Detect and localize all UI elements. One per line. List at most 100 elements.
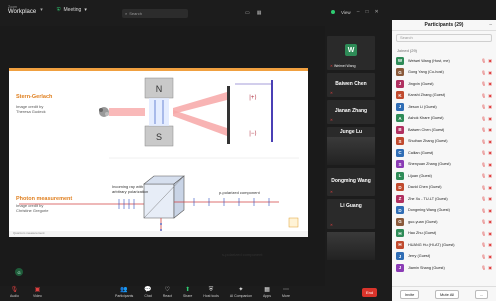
camera-off-icon[interactable]: ▣ xyxy=(488,231,492,236)
participant-row[interactable]: D David Chen (Guest) 🎙 ▣ xyxy=(392,182,496,194)
mic-off-icon[interactable]: 🎙 xyxy=(481,219,486,224)
participant-row[interactable]: S Shuihan Zhang (Guest) 🎙 ▣ xyxy=(392,136,496,148)
participant-row[interactable]: A Ashok Khare (Guest) 🎙 ▣ xyxy=(392,113,496,125)
camera-off-icon[interactable]: ▣ xyxy=(488,208,492,213)
participant-row[interactable]: H HUANG Hu (HI-AT) (Guest) 🎙 ▣ xyxy=(392,239,496,251)
gallery-tile[interactable]: Li Guang ✕ xyxy=(327,199,375,229)
participant-name: HUANG Hu (HI-AT) (Guest) xyxy=(408,242,455,247)
participant-row[interactable]: J Jiesun Li (Guest) 🎙 ▣ xyxy=(392,101,496,113)
minimize-icon[interactable]: – xyxy=(357,9,360,15)
maximize-icon[interactable]: □ xyxy=(365,9,368,15)
camera-off-icon[interactable]: ▣ xyxy=(488,196,492,201)
camera-off-icon[interactable]: ▣ xyxy=(488,81,492,86)
camera-off-icon[interactable]: ▣ xyxy=(488,173,492,178)
camera-off-icon[interactable]: ▣ xyxy=(488,265,492,270)
gallery-tile[interactable]: Baiwen Chen ✕ xyxy=(327,73,375,97)
magnet-n-text: N xyxy=(156,84,163,94)
mic-off-icon[interactable]: 🎙 xyxy=(481,139,486,144)
camera-off-icon[interactable]: ▣ xyxy=(488,116,492,121)
participant-row[interactable]: J Jiamin Shang (Guest) 🎙 ▣ xyxy=(392,262,496,274)
mic-off-icon[interactable]: 🎙 xyxy=(481,162,486,167)
share-button[interactable]: ⬆ Share xyxy=(183,287,192,298)
mic-off-icon[interactable]: 🎙 xyxy=(481,185,486,190)
invite-button[interactable]: Invite xyxy=(399,289,420,299)
mute-all-button[interactable]: Mute All xyxy=(434,289,460,299)
more-button[interactable]: ⋯ More xyxy=(282,287,290,298)
chevron-down-icon[interactable]: ▾ xyxy=(40,7,43,13)
mic-off-icon[interactable]: 🎙 xyxy=(481,196,486,201)
mic-off-icon[interactable]: 🎙 xyxy=(481,116,486,121)
close-icon[interactable]: – xyxy=(489,20,492,31)
mic-off-icon[interactable]: 🎙 xyxy=(481,242,486,247)
ai-label: AI Companion xyxy=(229,294,253,298)
participants-button[interactable]: 👥 Participants xyxy=(115,287,133,298)
more-button[interactable]: ... xyxy=(474,289,489,299)
meeting-info[interactable]: ⛨ Meeting ▾ xyxy=(57,7,87,13)
apps-button[interactable]: ▦ Apps xyxy=(263,287,271,298)
heart-icon: ♡ xyxy=(164,287,171,293)
participant-row[interactable]: L Lijuan (Guest) 🎙 ▣ xyxy=(392,170,496,182)
brand[interactable]: Zoom Workplace xyxy=(8,5,36,15)
ai-companion-button[interactable]: ✦ AI Companion xyxy=(230,287,252,298)
participant-row[interactable]: S Shenyuan Zhang (Guest) 🎙 ▣ xyxy=(392,159,496,171)
participant-row[interactable]: K Kanshi Zhang (Guest) 🎙 ▣ xyxy=(392,90,496,102)
camera-off-icon[interactable]: ▣ xyxy=(488,162,492,167)
audio-button[interactable]: 🎙 Audio xyxy=(10,287,19,298)
camera-off-icon[interactable]: ▣ xyxy=(488,127,492,132)
camera-off-icon[interactable]: ▣ xyxy=(488,104,492,109)
gallery-tile[interactable] xyxy=(327,232,375,260)
mic-off-icon[interactable]: 🎙 xyxy=(481,254,486,259)
camera-off-icon[interactable]: ▣ xyxy=(488,185,492,190)
participant-row[interactable]: Gguo-yuan (Guest) 🎙 ▣ xyxy=(392,216,496,228)
gallery-tile[interactable]: W ✕ Weimei Wang xyxy=(327,36,375,70)
mic-off-icon[interactable]: 🎙 xyxy=(481,127,486,132)
participant-row[interactable]: W Weiwei Wang (Host, me) 🎙 ▣ xyxy=(392,55,496,67)
participant-row[interactable]: J Jingxin (Guest) 🎙 ▣ xyxy=(392,78,496,90)
view-button[interactable]: View xyxy=(341,10,351,15)
end-button[interactable]: End xyxy=(362,288,378,297)
camera-off-icon[interactable]: ▣ xyxy=(488,93,492,98)
panel-footer: Invite Mute All ... xyxy=(392,286,496,301)
mic-off-icon[interactable]: 🎙 xyxy=(481,93,486,98)
mic-off-icon[interactable]: 🎙 xyxy=(481,70,486,75)
participant-row[interactable]: G Gong Yang (Co-host) 🎙 ▣ xyxy=(392,67,496,79)
participant-row[interactable]: Z Zhe Xu - TU-LT (Guest) 🎙 ▣ xyxy=(392,193,496,205)
mic-off-icon[interactable]: 🎙 xyxy=(481,104,486,109)
participant-row[interactable]: D Dongming Wang (Guest) 🎙 ▣ xyxy=(392,205,496,217)
camera-off-icon[interactable]: ▣ xyxy=(488,58,492,63)
grid-view-icon[interactable]: ▦ xyxy=(257,10,262,16)
mic-off-icon[interactable]: 🎙 xyxy=(481,58,486,63)
mic-off-icon[interactable]: 🎙 xyxy=(481,173,486,178)
top-right-controls: View – □ ✕ xyxy=(331,9,379,15)
gallery-tile[interactable]: Junge Lu xyxy=(327,127,375,165)
camera-off-icon[interactable]: ▣ xyxy=(488,70,492,75)
participant-row[interactable]: J Jerry (Guest) 🎙 ▣ xyxy=(392,251,496,263)
avatar: J xyxy=(396,263,404,272)
participant-row[interactable]: C Cailian (Guest) 🎙 ▣ xyxy=(392,147,496,159)
gallery-tile[interactable]: Dongming Wang ✕ xyxy=(327,168,375,196)
camera-off-icon[interactable]: ▣ xyxy=(488,242,492,247)
search-input[interactable]: ⌕ Search xyxy=(122,9,188,18)
mic-off-icon[interactable]: 🎙 xyxy=(481,231,486,236)
participant-row[interactable]: B Baiwen Chen (Guest) 🎙 ▣ xyxy=(392,124,496,136)
mic-off-icon[interactable]: 🎙 xyxy=(481,208,486,213)
speaker-view-icon[interactable]: ▭ xyxy=(245,10,250,16)
close-icon[interactable]: ✕ xyxy=(375,9,379,15)
gallery-tile[interactable]: Jianan Zhang ✕ xyxy=(327,100,375,124)
self-avatar[interactable]: G xyxy=(15,268,23,276)
camera-off-icon[interactable]: ▣ xyxy=(488,219,492,224)
participant-search-input[interactable]: Search xyxy=(396,34,492,42)
camera-off-icon[interactable]: ▣ xyxy=(488,254,492,259)
video-button[interactable]: ▣ Video xyxy=(33,287,42,298)
host-tools-button[interactable]: ⛨ Host tools xyxy=(203,287,219,298)
mic-off-icon[interactable]: 🎙 xyxy=(481,81,486,86)
camera-off-icon[interactable]: ▣ xyxy=(488,150,492,155)
shield-icon: ⛨ xyxy=(56,7,61,13)
avatar: S xyxy=(396,160,404,169)
camera-off-icon[interactable]: ▣ xyxy=(488,139,492,144)
mic-off-icon[interactable]: 🎙 xyxy=(481,150,486,155)
react-button[interactable]: ♡ React xyxy=(163,287,172,298)
participant-row[interactable]: H Hao Zhu (Guest) 🎙 ▣ xyxy=(392,228,496,240)
mic-off-icon[interactable]: 🎙 xyxy=(481,265,486,270)
chat-button[interactable]: 💬 Chat xyxy=(144,287,151,298)
